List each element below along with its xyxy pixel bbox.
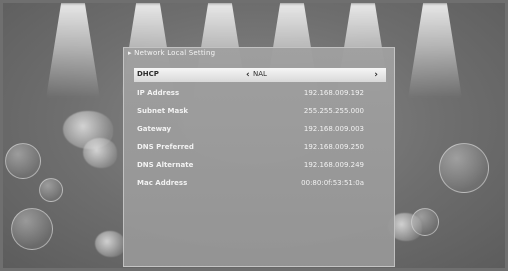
flower-decoration (95, 231, 125, 257)
setting-label: Subnet Mask (137, 107, 189, 115)
setting-value: 192.168.009.003 (303, 125, 364, 133)
bubble-decoration (39, 178, 63, 202)
setting-label: Gateway (137, 125, 172, 133)
setting-label: DNS Preferred (137, 143, 194, 151)
setting-row-subnet-mask[interactable]: Subnet Mask 255.255.255.000 (134, 104, 386, 122)
bubble-decoration (11, 208, 53, 250)
setting-row-dns-preferred[interactable]: DNS Preferred 192.168.009.250 (134, 140, 386, 158)
setting-value: 192.168.009.249 (303, 161, 364, 169)
setting-label: DNS Alternate (137, 161, 194, 169)
setting-row-dns-alternate[interactable]: DNS Alternate 192.168.009.249 (134, 158, 386, 176)
setting-value: 255.255.255.000 (303, 107, 364, 115)
setting-value: 192.168.009.250 (303, 143, 364, 151)
bubble-decoration (5, 143, 41, 179)
setting-row-dhcp[interactable]: DHCP ‹ NAL › (134, 68, 386, 82)
setting-label: Mac Address (137, 179, 188, 187)
setting-value: NAL (253, 70, 267, 78)
setting-row-mac-address[interactable]: Mac Address 00:80:0f:53:51:0a (134, 176, 386, 194)
settings-list: DHCP ‹ NAL › IP Address 192.168.009.192 … (134, 68, 386, 194)
flower-decoration (83, 138, 117, 168)
light-beam-decoration (408, 3, 462, 98)
panel-title: ▸ Network Local Setting (128, 49, 216, 57)
setting-row-ip-address[interactable]: IP Address 192.168.009.192 (134, 86, 386, 104)
setting-value: 00:80:0f:53:51:0a (301, 179, 364, 187)
bubble-decoration (439, 143, 489, 193)
setting-row-gateway[interactable]: Gateway 192.168.009.003 (134, 122, 386, 140)
light-beam-decoration (46, 3, 100, 98)
setting-label: IP Address (137, 89, 180, 97)
tv-screen: ▸ Network Local Setting DHCP ‹ NAL › IP … (3, 3, 505, 268)
panel-title-text: Network Local Setting (134, 49, 216, 57)
setting-value: 192.168.009.192 (303, 89, 364, 97)
network-settings-panel: ▸ Network Local Setting DHCP ‹ NAL › IP … (123, 47, 395, 267)
chevron-right-icon[interactable]: › (374, 69, 378, 81)
